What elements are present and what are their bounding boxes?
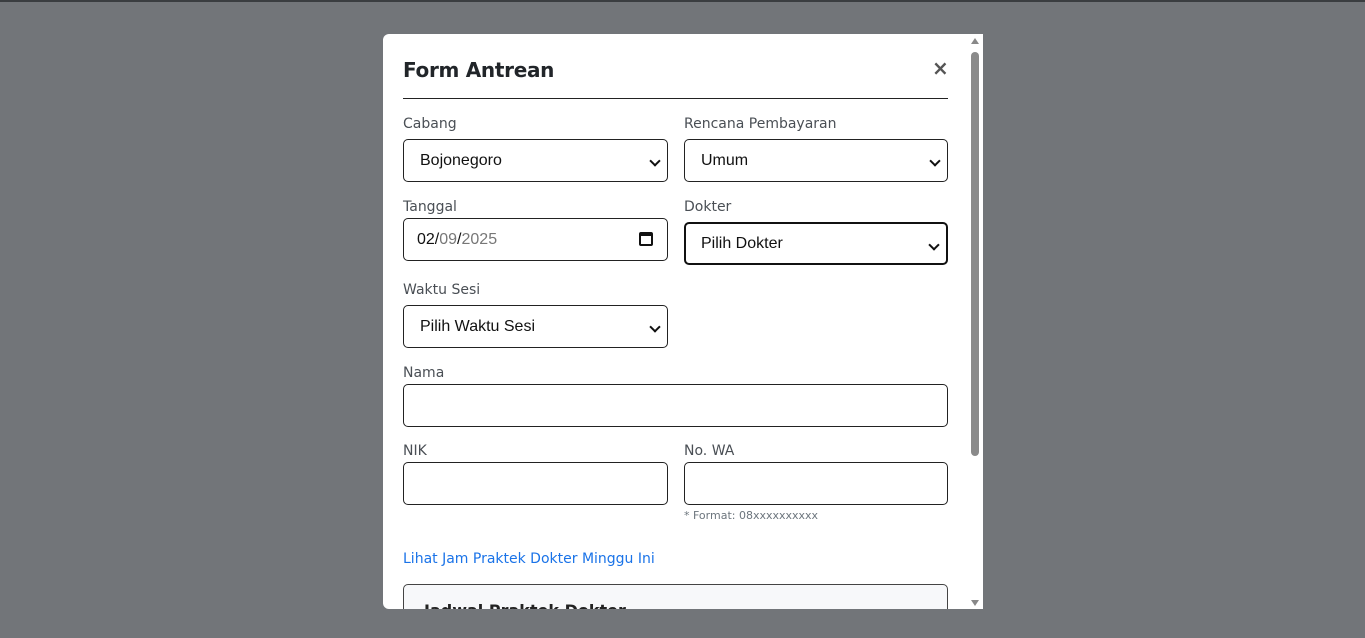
calendar-icon[interactable] — [639, 232, 653, 246]
panel-title: Jadwal Praktek Dokter — [424, 601, 626, 609]
waktu-value: Pilih Waktu Sesi — [420, 317, 535, 335]
rencana-label: Rencana Pembayaran — [684, 116, 837, 132]
nik-input[interactable] — [403, 462, 668, 505]
cabang-label: Cabang — [403, 116, 457, 132]
jadwal-link[interactable]: Lihat Jam Praktek Dokter Minggu Ini — [403, 551, 655, 567]
date-day: 02 — [417, 230, 435, 248]
nik-label: NIK — [403, 443, 427, 459]
waktu-label: Waktu Sesi — [403, 282, 481, 298]
dokter-label: Dokter — [684, 199, 732, 215]
modal-title: Form Antrean — [403, 58, 555, 82]
wa-input[interactable] — [684, 462, 948, 505]
top-border — [0, 0, 1365, 2]
nama-label: Nama — [403, 365, 445, 381]
wa-format-hint: * Format: 08xxxxxxxxxx — [684, 509, 819, 522]
modal-scrollbar[interactable] — [967, 34, 983, 609]
date-month: 09 — [439, 230, 458, 248]
close-icon[interactable]: × — [932, 58, 949, 78]
rencana-select[interactable]: Umum — [684, 139, 948, 182]
date-year: 2025 — [461, 230, 498, 248]
nama-input[interactable] — [403, 384, 948, 427]
dokter-value: Pilih Dokter — [701, 234, 783, 252]
modal-header: Form Antrean × — [403, 34, 949, 99]
tanggal-label: Tanggal — [403, 199, 457, 215]
tanggal-input[interactable]: 02/09/2025 — [403, 218, 668, 261]
scroll-thumb[interactable] — [971, 52, 979, 456]
jadwal-panel: Jadwal Praktek Dokter — [403, 584, 948, 609]
form-modal: Form Antrean × Cabang Bojonegoro Rencana… — [383, 34, 983, 609]
cabang-value: Bojonegoro — [420, 151, 502, 169]
dokter-select[interactable]: Pilih Dokter — [684, 222, 948, 265]
wa-label: No. WA — [684, 443, 735, 459]
scroll-down-icon[interactable] — [971, 600, 979, 606]
modal-body: Form Antrean × Cabang Bojonegoro Rencana… — [403, 34, 949, 609]
waktu-select[interactable]: Pilih Waktu Sesi — [403, 305, 668, 348]
cabang-select[interactable]: Bojonegoro — [403, 139, 668, 182]
rencana-value: Umum — [701, 151, 749, 169]
scroll-up-icon[interactable] — [971, 38, 979, 44]
